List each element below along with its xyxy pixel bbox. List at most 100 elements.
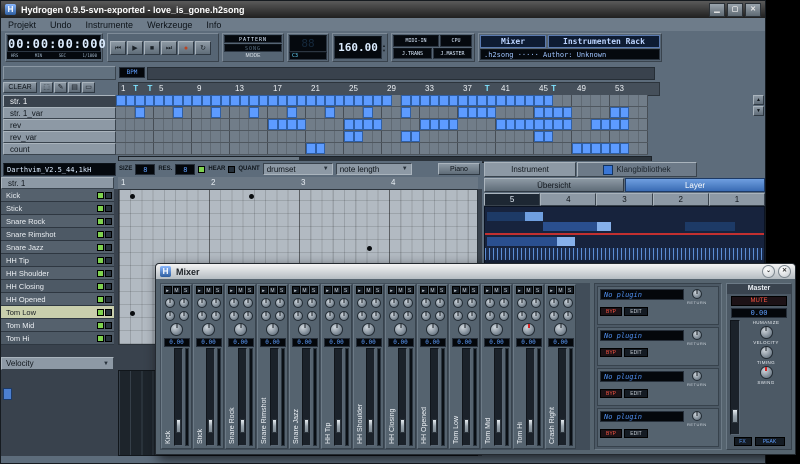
song-grid-cell[interactable]	[373, 119, 383, 130]
song-grid-cell[interactable]	[306, 119, 316, 130]
song-grid-cell[interactable]	[534, 95, 544, 106]
resolution-value[interactable]: 8	[175, 164, 195, 175]
song-grid-cell[interactable]	[211, 95, 221, 106]
channel-solo-button[interactable]: S	[310, 286, 318, 294]
tempo-ruler[interactable]	[147, 67, 655, 80]
channel-mute-button[interactable]: M	[237, 286, 245, 294]
note-dot[interactable]	[367, 246, 372, 251]
channel-solo-button[interactable]: S	[342, 286, 350, 294]
menu-info[interactable]: Info	[206, 20, 221, 30]
song-grid-cell[interactable]	[230, 95, 240, 106]
song-grid-cell[interactable]	[610, 131, 620, 142]
song-grid-cell[interactable]	[401, 119, 411, 130]
song-grid-cell[interactable]	[126, 107, 136, 118]
song-grid-cell[interactable]	[373, 95, 383, 106]
song-grid-cell[interactable]	[563, 95, 573, 106]
song-grid-cell[interactable]	[135, 119, 145, 130]
fx-send-knob[interactable]	[339, 298, 349, 308]
song-grid-cell[interactable]	[401, 95, 411, 106]
channel-mute-button[interactable]: M	[365, 286, 373, 294]
instrument-mute-led[interactable]	[97, 244, 104, 251]
stacked-pattern-mode-icon[interactable]: ▤	[68, 82, 81, 93]
song-grid-cell[interactable]	[477, 107, 487, 118]
menu-undo[interactable]: Undo	[50, 20, 72, 30]
song-grid-cell[interactable]	[515, 143, 525, 154]
fx-send-knob[interactable]	[307, 298, 317, 308]
mixer-titlebar[interactable]: H Mixer ⌄ ✕	[156, 264, 795, 280]
song-grid-cell[interactable]	[202, 95, 212, 106]
channel-fader[interactable]	[206, 348, 215, 446]
song-grid-cell[interactable]	[373, 107, 383, 118]
song-grid-cell[interactable]	[316, 107, 326, 118]
channel-solo-button[interactable]: S	[406, 286, 414, 294]
fx-bypass-button[interactable]: BYP	[600, 429, 622, 438]
pattern-name[interactable]: str. 1_var	[3, 107, 116, 119]
pan-knob[interactable]	[170, 323, 183, 336]
instrument-row[interactable]: Tom Hi	[1, 332, 114, 345]
song-grid-cell[interactable]	[316, 95, 326, 106]
song-grid-cell[interactable]	[306, 131, 316, 142]
song-grid-cell[interactable]	[449, 143, 459, 154]
channel-mute-button[interactable]: M	[461, 286, 469, 294]
pan-knob[interactable]	[330, 323, 343, 336]
fx-send-knob[interactable]	[371, 311, 381, 321]
song-grid-cell[interactable]	[202, 119, 212, 130]
instrument-mute-led[interactable]	[97, 270, 104, 277]
song-grid-cell[interactable]	[230, 143, 240, 154]
song-grid-cell[interactable]	[392, 95, 402, 106]
song-grid-cell[interactable]	[506, 143, 516, 154]
song-grid-cell[interactable]	[382, 143, 392, 154]
fx-send-knob[interactable]	[339, 311, 349, 321]
song-grid-cell[interactable]	[439, 119, 449, 130]
fx-send-knob[interactable]	[275, 298, 285, 308]
instrument-row[interactable]: Kick	[1, 189, 114, 202]
fx-send-knob[interactable]	[453, 311, 463, 321]
song-grid-cell[interactable]	[610, 143, 620, 154]
song-grid-cell[interactable]	[249, 131, 259, 142]
fx-send-knob[interactable]	[229, 298, 239, 308]
song-grid-cell[interactable]	[563, 131, 573, 142]
instrument-solo-led[interactable]	[105, 192, 112, 199]
pan-knob[interactable]	[234, 323, 247, 336]
jack-transport-button[interactable]: J.TRANS	[393, 48, 432, 59]
fx-send-knob[interactable]	[179, 298, 189, 308]
song-grid-cell[interactable]	[325, 131, 335, 142]
song-grid-cell[interactable]	[259, 95, 269, 106]
song-grid-cell[interactable]	[354, 107, 364, 118]
song-grid-cell[interactable]	[563, 119, 573, 130]
song-grid-cell[interactable]	[525, 107, 535, 118]
song-grid-cell[interactable]	[249, 143, 259, 154]
channel-mute-button[interactable]: M	[333, 286, 341, 294]
song-grid-cell[interactable]	[116, 95, 126, 106]
song-grid-cell[interactable]	[126, 131, 136, 142]
song-grid-cell[interactable]	[553, 143, 563, 154]
fx-send-knob[interactable]	[165, 311, 175, 321]
song-grid-cell[interactable]	[268, 119, 278, 130]
song-grid-cell[interactable]	[240, 119, 250, 130]
song-grid-cell[interactable]	[363, 143, 373, 154]
song-grid-cell[interactable]	[477, 131, 487, 142]
song-grid-cell[interactable]	[344, 131, 354, 142]
fx-send-knob[interactable]	[211, 311, 221, 321]
tab-sound-library[interactable]: Klangbibliothek	[577, 162, 697, 177]
song-grid-cell[interactable]	[154, 95, 164, 106]
song-grid-cell[interactable]	[335, 107, 345, 118]
song-grid-cell[interactable]	[135, 107, 145, 118]
humanize-velocity-knob[interactable]	[760, 326, 773, 339]
mixer-toggle-button[interactable]: Mixer	[480, 35, 546, 48]
song-grid-cell[interactable]	[439, 107, 449, 118]
song-grid-cell[interactable]	[268, 107, 278, 118]
song-grid-cell[interactable]	[411, 95, 421, 106]
song-grid-cell[interactable]	[506, 131, 516, 142]
song-grid-cell[interactable]	[287, 95, 297, 106]
channel-play-button[interactable]: ▸	[548, 286, 556, 294]
fader-handle[interactable]	[432, 419, 437, 433]
forward-button[interactable]: ⏭	[161, 41, 177, 55]
song-grid-cell[interactable]	[344, 119, 354, 130]
instrument-mute-led[interactable]	[97, 335, 104, 342]
song-grid-cell[interactable]	[126, 95, 136, 106]
fader-handle[interactable]	[496, 419, 501, 433]
song-grid-cell[interactable]	[344, 143, 354, 154]
pattern-name[interactable]: rev	[3, 119, 116, 131]
song-grid-cell[interactable]	[411, 107, 421, 118]
